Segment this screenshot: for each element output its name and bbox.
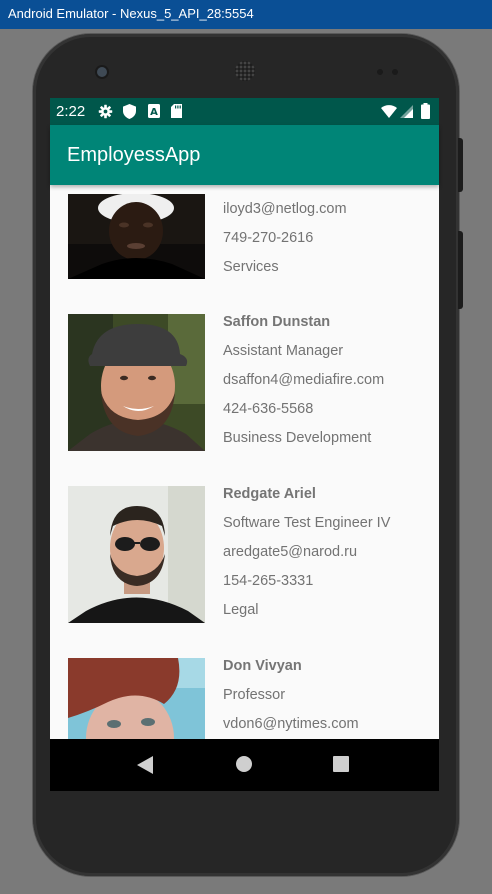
shield-icon xyxy=(123,104,136,119)
employee-info: iloyd3@netlog.com 749-270-2616 Services xyxy=(223,201,433,288)
employee-email: iloyd3@netlog.com xyxy=(223,201,347,217)
employee-phone: 424-636-5568 xyxy=(223,401,314,417)
wifi-icon xyxy=(381,105,397,118)
recents-icon[interactable] xyxy=(333,756,349,772)
back-icon[interactable] xyxy=(137,756,153,774)
power-button[interactable] xyxy=(458,231,463,309)
employee-info: Saffon Dunstan Assistant Manager dsaffon… xyxy=(223,314,433,459)
employee-email: dsaffon4@mediafire.com xyxy=(223,372,385,388)
status-time: 2:22 xyxy=(56,103,86,120)
earpiece-speaker-icon xyxy=(235,61,255,81)
employee-list[interactable]: iloyd3@netlog.com 749-270-2616 Services … xyxy=(50,185,439,739)
employee-name: Don Vivyan xyxy=(223,658,302,674)
employee-phone: 749-270-2616 xyxy=(223,230,314,246)
employee-title: Software Test Engineer IV xyxy=(223,515,391,531)
app-title: EmployessApp xyxy=(67,144,201,166)
employee-card[interactable]: Saffon Dunstan Assistant Manager dsaffon… xyxy=(50,314,439,454)
app-bar: EmployessApp xyxy=(50,125,439,185)
employee-title: Professor xyxy=(223,687,286,703)
employee-phone: 154-265-3331 xyxy=(223,573,314,589)
employee-photo xyxy=(68,486,205,623)
light-sensor-icon xyxy=(392,69,398,75)
a-badge-icon: A xyxy=(148,104,160,118)
employee-title: Assistant Manager xyxy=(223,343,344,359)
employee-name: Redgate Ariel xyxy=(223,486,316,502)
employee-info: Redgate Ariel Software Test Engineer IV … xyxy=(223,486,433,631)
gear-icon xyxy=(98,104,113,119)
employee-card[interactable]: Redgate Ariel Software Test Engineer IV … xyxy=(50,486,439,626)
signal-icon xyxy=(400,105,413,118)
employee-photo xyxy=(68,314,205,451)
employee-email: aredgate5@narod.ru xyxy=(223,544,358,560)
employee-card[interactable]: Don Vivyan Professor vdon6@nytimes.com xyxy=(50,658,439,739)
employee-email: vdon6@nytimes.com xyxy=(223,716,359,732)
employee-department: Business Development xyxy=(223,430,372,446)
window-title: Android Emulator - Nexus_5_API_28:5554 xyxy=(8,6,254,21)
home-icon[interactable] xyxy=(236,756,252,772)
status-bar: 2:22 A xyxy=(50,98,439,125)
employee-name: Saffon Dunstan xyxy=(223,314,331,330)
battery-icon xyxy=(421,103,430,119)
employee-department: Legal xyxy=(223,602,259,618)
employee-info: Don Vivyan Professor vdon6@nytimes.com xyxy=(223,658,433,739)
front-camera-icon xyxy=(97,67,107,77)
employee-photo xyxy=(68,658,205,739)
window-titlebar: Android Emulator - Nexus_5_API_28:5554 xyxy=(0,0,492,29)
employee-photo xyxy=(68,194,205,279)
volume-button[interactable] xyxy=(458,138,463,192)
employee-card[interactable]: iloyd3@netlog.com 749-270-2616 Services xyxy=(50,185,439,280)
employee-department: Services xyxy=(223,259,279,275)
sd-card-icon xyxy=(171,104,182,118)
navigation-bar xyxy=(50,739,439,791)
svg-text:A: A xyxy=(150,107,158,118)
proximity-sensor-icon xyxy=(377,69,383,75)
